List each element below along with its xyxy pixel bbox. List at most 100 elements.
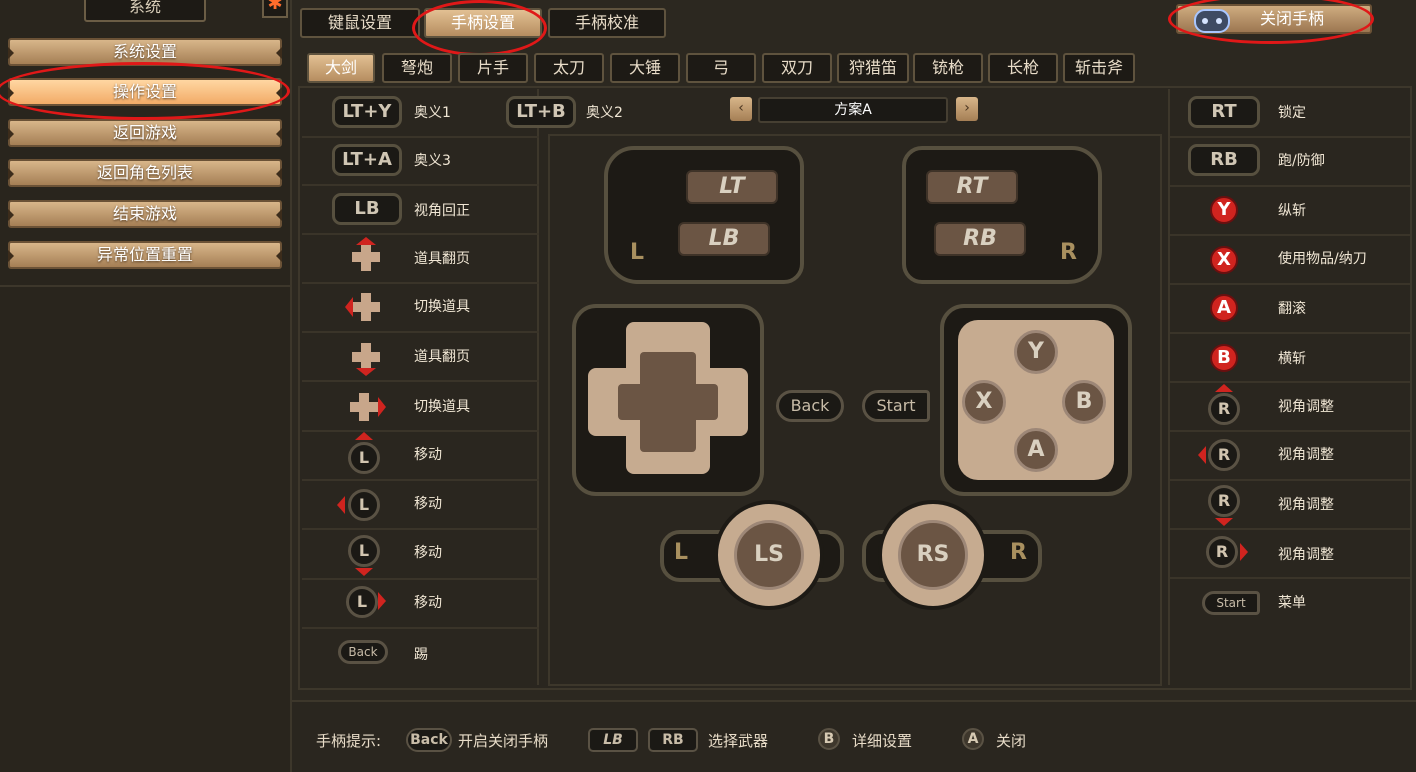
hint-back-text: 开启关闭手柄 bbox=[458, 732, 549, 750]
left-stick-up-icon: L bbox=[348, 442, 380, 474]
scheme-prev-button[interactable]: ‹ bbox=[730, 97, 752, 121]
left-stick-side-label: L bbox=[674, 540, 689, 565]
lb-bumper: LB bbox=[678, 222, 770, 256]
arrow-down-icon bbox=[1215, 518, 1233, 526]
tab-keyboard-mouse[interactable]: 键鼠设置 bbox=[300, 8, 420, 38]
a-face-button: A bbox=[1014, 428, 1058, 472]
hint-lb-key: LB bbox=[588, 728, 638, 752]
x-button-icon: X bbox=[1210, 246, 1238, 274]
row-divider bbox=[1170, 381, 1410, 383]
a-button-icon: A bbox=[1210, 294, 1238, 322]
weapon-tab-hunting-horn[interactable]: 狩猎笛 bbox=[837, 53, 909, 83]
key-lt-y[interactable]: LT+Y bbox=[332, 96, 402, 128]
arrow-right-icon bbox=[378, 397, 386, 417]
rb-bumper: RB bbox=[934, 222, 1026, 256]
binding-label: 使用物品/纳刀 bbox=[1278, 251, 1367, 267]
binding-label: 移动 bbox=[414, 595, 442, 611]
key-lt-a[interactable]: LT+A bbox=[332, 144, 402, 176]
sidebar-item-return-game[interactable]: 返回游戏 bbox=[8, 119, 282, 147]
weapon-tab-great-sword[interactable]: 大剑 bbox=[307, 53, 375, 83]
binding-label: 奥义3 bbox=[414, 153, 451, 169]
sidebar-item-exit-game[interactable]: 结束游戏 bbox=[8, 200, 282, 228]
weapon-tab-dual-blades[interactable]: 双刀 bbox=[762, 53, 832, 83]
row-divider bbox=[1170, 185, 1410, 187]
sidebar-item-character-list[interactable]: 返回角色列表 bbox=[8, 159, 282, 187]
hint-a-text: 关闭 bbox=[996, 732, 1027, 750]
row-divider bbox=[1170, 283, 1410, 285]
dpad-left-icon bbox=[352, 293, 380, 321]
row-divider bbox=[1170, 136, 1410, 138]
weapon-tab-bow[interactable]: 弓 bbox=[686, 53, 756, 83]
key-rt[interactable]: RT bbox=[1188, 96, 1260, 128]
row-divider bbox=[302, 380, 539, 382]
right-stick-left-icon: R bbox=[1208, 439, 1240, 471]
highlight-ring bbox=[1168, 0, 1374, 44]
row-divider bbox=[302, 184, 539, 186]
weapon-tab-gunlance[interactable]: 铳枪 bbox=[913, 53, 983, 83]
start-button-icon: Start bbox=[1202, 591, 1260, 615]
binding-label: 纵斩 bbox=[1278, 203, 1306, 219]
row-divider bbox=[1170, 234, 1410, 236]
highlight-ring bbox=[0, 62, 290, 120]
weapon-tab-hammer[interactable]: 大锤 bbox=[610, 53, 680, 83]
row-divider bbox=[1170, 430, 1410, 432]
weapon-tab-heavy-bowgun[interactable]: 弩炮 bbox=[382, 53, 452, 83]
right-stick-down-icon: R bbox=[1208, 485, 1240, 517]
right-stick-up-icon: R bbox=[1208, 393, 1240, 425]
dpad-up-icon bbox=[352, 243, 380, 271]
left-stick-down-icon: L bbox=[348, 535, 380, 567]
binding-label: 移动 bbox=[414, 545, 442, 561]
right-side-label: R bbox=[1060, 240, 1077, 265]
weapon-tab-sword-shield[interactable]: 片手 bbox=[458, 53, 528, 83]
hint-b-text: 详细设置 bbox=[852, 732, 913, 750]
rt-trigger: RT bbox=[926, 170, 1018, 204]
back-button: Back bbox=[776, 390, 844, 422]
y-face-button: Y bbox=[1014, 330, 1058, 374]
row-divider bbox=[302, 479, 539, 481]
dpad-center-horizontal bbox=[618, 384, 718, 420]
key-lt-b[interactable]: LT+B bbox=[506, 96, 576, 128]
tab-gamepad-calibration[interactable]: 手柄校准 bbox=[548, 8, 666, 38]
hint-label: 手柄提示: bbox=[316, 732, 382, 750]
row-divider bbox=[302, 430, 539, 432]
weapon-tab-lance[interactable]: 长枪 bbox=[988, 53, 1058, 83]
row-divider bbox=[1170, 577, 1410, 579]
binding-label: 奥义2 bbox=[586, 105, 623, 121]
hint-bar: 手柄提示: Back 开启关闭手柄 LB RB 选择武器 B 详细设置 A 关闭 bbox=[292, 700, 1416, 772]
sidebar-item-reset-position[interactable]: 异常位置重置 bbox=[8, 241, 282, 269]
binding-label: 移动 bbox=[414, 496, 442, 512]
binding-label: 翻滚 bbox=[1278, 301, 1306, 317]
row-divider bbox=[302, 136, 539, 138]
binding-label: 切换道具 bbox=[414, 399, 470, 415]
binding-label: 移动 bbox=[414, 447, 442, 463]
row-divider bbox=[302, 528, 539, 530]
key-rb[interactable]: RB bbox=[1188, 144, 1260, 176]
left-side-label: L bbox=[630, 240, 645, 265]
row-divider bbox=[302, 578, 539, 580]
arrow-right-icon bbox=[1240, 543, 1248, 561]
sidebar-title: 系统 bbox=[84, 0, 206, 22]
arrow-left-icon bbox=[1198, 446, 1206, 464]
binding-label: 锁定 bbox=[1278, 105, 1306, 121]
binding-label: 横斩 bbox=[1278, 351, 1306, 367]
binding-label: 奥义1 bbox=[414, 105, 451, 121]
y-button-icon: Y bbox=[1210, 196, 1238, 224]
weapon-tab-long-sword[interactable]: 太刀 bbox=[534, 53, 604, 83]
dpad-down-icon bbox=[352, 343, 380, 371]
weapon-tab-switch-axe[interactable]: 斩击斧 bbox=[1063, 53, 1135, 83]
binding-label: 踢 bbox=[414, 647, 428, 663]
binding-label: 道具翻页 bbox=[414, 349, 470, 365]
binding-label: 道具翻页 bbox=[414, 251, 470, 267]
hint-back-key: Back bbox=[406, 728, 452, 752]
scheme-selector[interactable]: 方案A bbox=[758, 97, 948, 123]
x-face-button: X bbox=[962, 380, 1006, 424]
gear-close-icon[interactable]: ✱ bbox=[262, 0, 288, 18]
right-stick-right-icon: R bbox=[1206, 536, 1238, 568]
right-stick-side-label: R bbox=[1010, 540, 1027, 565]
scheme-next-button[interactable]: › bbox=[956, 97, 978, 121]
key-lb[interactable]: LB bbox=[332, 193, 402, 225]
binding-label: 视角调整 bbox=[1278, 399, 1334, 415]
start-button: Start bbox=[862, 390, 930, 422]
row-divider bbox=[1170, 528, 1410, 530]
row-divider bbox=[302, 233, 539, 235]
